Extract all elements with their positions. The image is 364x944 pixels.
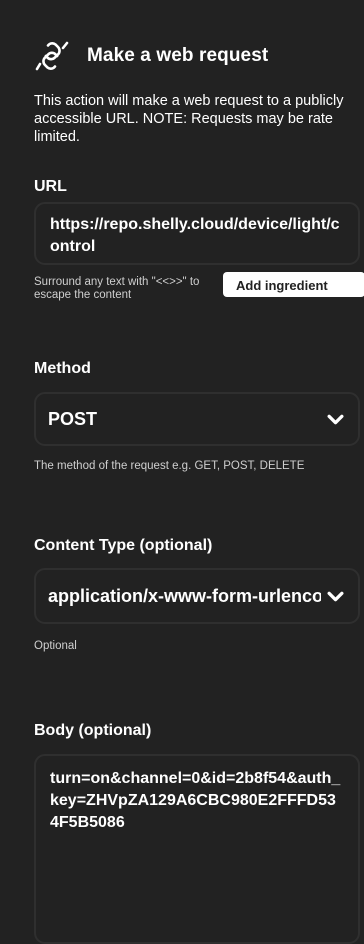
link-icon	[35, 41, 69, 71]
action-title: Make a web request	[87, 45, 269, 66]
chevron-down-icon	[327, 414, 344, 424]
method-help-text: The method of the request e.g. GET, POST…	[34, 460, 305, 472]
url-label: URL	[34, 178, 67, 195]
action-header: Make a web request	[34, 36, 268, 76]
chevron-down-icon	[327, 591, 344, 601]
content-type-help-text: Optional	[34, 640, 77, 652]
action-description: This action will make a web request to a…	[34, 93, 344, 145]
method-select[interactable]: POST	[34, 392, 360, 446]
url-help-text: Surround any text with "<<>>" to escape …	[34, 276, 200, 301]
add-ingredient-button[interactable]: Add ingredient	[223, 272, 364, 297]
content-type-selected-value: application/x-www-form-urlencoded	[48, 585, 321, 606]
method-label: Method	[34, 360, 91, 377]
body-label: Body (optional)	[34, 722, 152, 739]
body-textarea[interactable]: turn=on&channel=0&id=2b8f54&auth_key=ZHV…	[34, 754, 360, 944]
method-selected-value: POST	[48, 408, 98, 429]
content-type-select[interactable]: application/x-www-form-urlencoded	[34, 568, 360, 624]
content-type-label: Content Type (optional)	[34, 537, 213, 554]
url-field[interactable]: https://repo.shelly.cloud/device/light/c…	[34, 202, 360, 265]
